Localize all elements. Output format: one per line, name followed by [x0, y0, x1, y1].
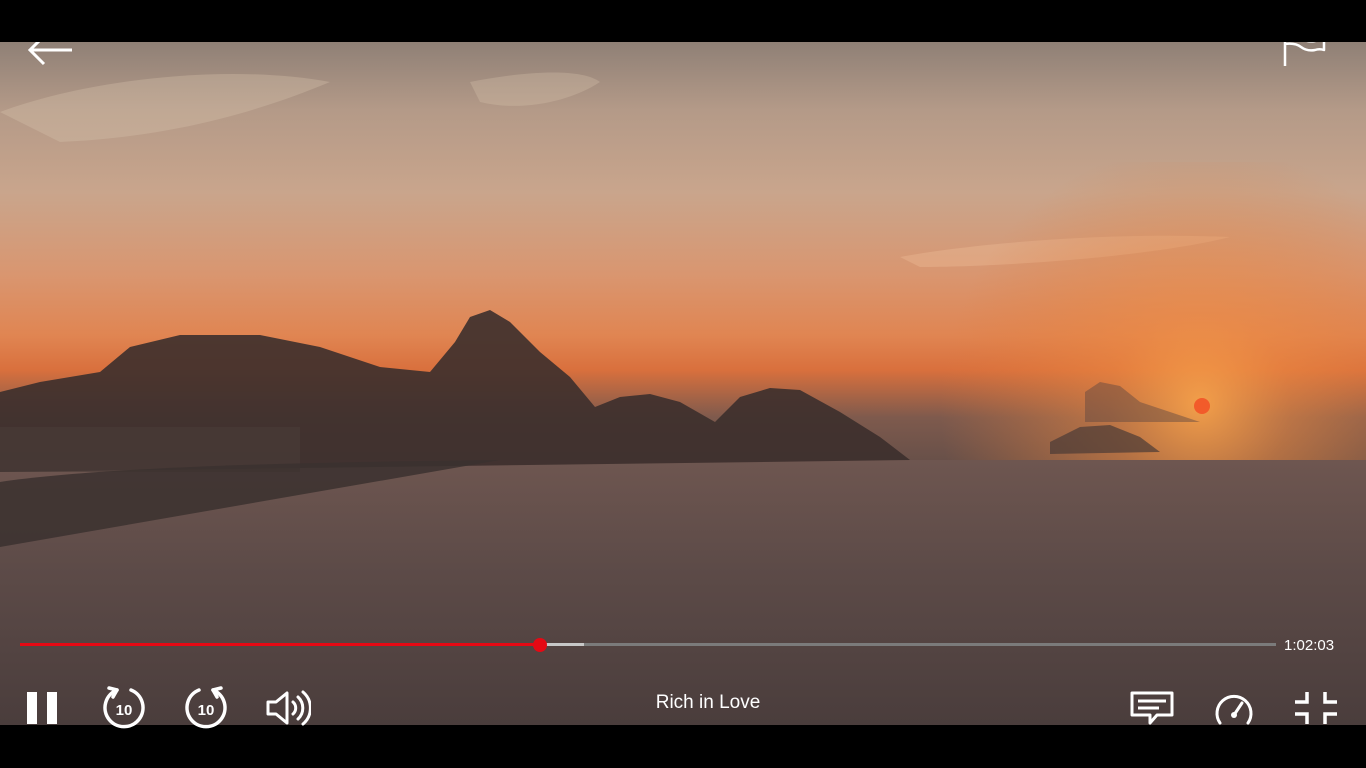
subtitles-button[interactable] — [1128, 686, 1176, 730]
back-button[interactable] — [26, 42, 78, 70]
rewind-10-button[interactable]: 10 — [100, 684, 148, 732]
pause-button[interactable] — [20, 686, 64, 730]
playback-speed-button[interactable] — [1210, 688, 1258, 728]
rewind-10-icon: 10 — [101, 685, 147, 731]
forward-10-label: 10 — [198, 702, 215, 719]
video-scene — [0, 72, 1366, 725]
progress-bar[interactable] — [20, 637, 1276, 653]
video-title: Rich in Love — [655, 692, 761, 713]
rewind-10-label: 10 — [116, 702, 133, 719]
volume-button[interactable] — [264, 686, 312, 730]
forward-10-icon: 10 — [183, 685, 229, 731]
video-frame[interactable] — [0, 42, 1366, 725]
subtitles-icon — [1129, 690, 1175, 726]
progress-scrubber[interactable] — [532, 638, 547, 652]
time-remaining: 1:02:03 — [1284, 637, 1335, 654]
pause-icon — [25, 690, 59, 726]
forward-10-button[interactable]: 10 — [182, 684, 230, 732]
exit-fullscreen-button[interactable] — [1292, 688, 1340, 728]
progress-fill — [20, 643, 540, 646]
volume-icon — [265, 688, 311, 728]
exit-fullscreen-icon — [1293, 690, 1339, 726]
speedometer-icon — [1213, 690, 1255, 726]
video-player[interactable]: 1:02:03 10 10 Rich in Love — [0, 0, 1366, 768]
report-problem-button[interactable] — [1280, 42, 1332, 72]
